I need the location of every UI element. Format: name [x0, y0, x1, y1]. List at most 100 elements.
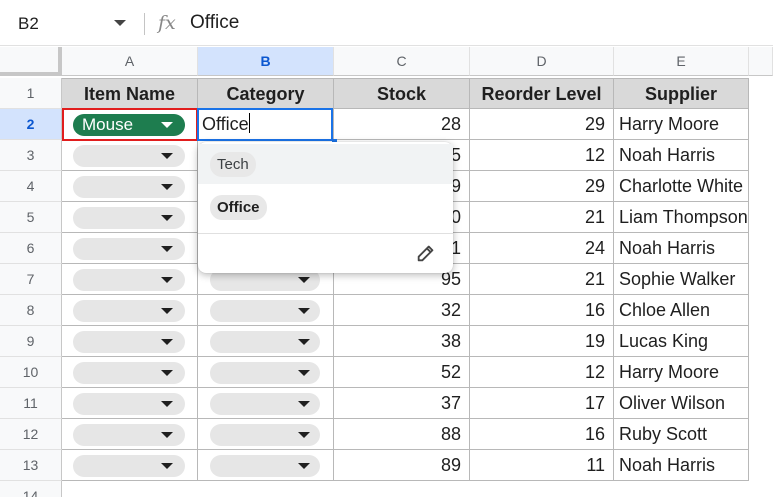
row-header-7[interactable]: 7 [0, 264, 62, 295]
cell-supplier[interactable]: Oliver Wilson [614, 388, 749, 419]
cell-item[interactable] [62, 326, 198, 357]
category-dropdown-chip[interactable] [210, 393, 320, 415]
category-dropdown-chip[interactable] [210, 331, 320, 353]
item-dropdown-chip[interactable] [73, 269, 185, 291]
column-header-d[interactable]: D [470, 47, 614, 76]
cell-item[interactable] [62, 388, 198, 419]
item-dropdown-chip[interactable] [73, 300, 185, 322]
item-dropdown-chip[interactable] [73, 393, 185, 415]
chevron-down-icon [161, 277, 173, 283]
cell-supplier[interactable]: Liam Thompson [614, 202, 749, 233]
cell-supplier[interactable]: Harry Moore [614, 357, 749, 388]
cell-stock[interactable]: 32 [334, 295, 470, 326]
cell-supplier[interactable]: Noah Harris [614, 233, 749, 264]
row-header-6[interactable]: 6 [0, 233, 62, 264]
row-header-14[interactable]: 14 [0, 481, 62, 497]
item-dropdown-chip[interactable] [73, 455, 185, 477]
cell-stock[interactable]: 89 [334, 450, 470, 481]
item-dropdown-chip[interactable] [73, 362, 185, 384]
cell-supplier[interactable]: Charlotte White [614, 171, 749, 202]
cell-reorder[interactable]: 29 [470, 171, 614, 202]
cell-reorder[interactable]: 24 [470, 233, 614, 264]
column-header-b[interactable]: B [198, 47, 334, 76]
cell-reorder[interactable]: 19 [470, 326, 614, 357]
row-header-3[interactable]: 3 [0, 140, 62, 171]
cell-reorder[interactable]: 17 [470, 388, 614, 419]
header-cell[interactable]: Category [198, 78, 334, 109]
column-header-e[interactable]: E [614, 47, 749, 76]
name-box-dropdown-icon[interactable] [114, 20, 126, 26]
row-header-5[interactable]: 5 [0, 202, 62, 233]
dropdown-option-office[interactable]: Office [198, 187, 453, 227]
row-header-1[interactable]: 1 [0, 78, 62, 109]
cell-supplier[interactable]: Noah Harris [614, 450, 749, 481]
cell-supplier[interactable]: Ruby Scott [614, 419, 749, 450]
row-header-8[interactable]: 8 [0, 295, 62, 326]
cell-supplier[interactable]: Lucas King [614, 326, 749, 357]
row-header-12[interactable]: 12 [0, 419, 62, 450]
cell-item[interactable] [62, 295, 198, 326]
cell-item[interactable] [62, 450, 198, 481]
cell-item[interactable] [62, 357, 198, 388]
item-dropdown-chip[interactable] [73, 238, 185, 260]
column-header-c[interactable]: C [334, 47, 470, 76]
row-header-10[interactable]: 10 [0, 357, 62, 388]
row-header-13[interactable]: 13 [0, 450, 62, 481]
category-dropdown-chip[interactable] [210, 424, 320, 446]
row-header-11[interactable]: 11 [0, 388, 62, 419]
name-box[interactable]: B2 [18, 14, 39, 34]
cell-category[interactable] [198, 326, 334, 357]
item-dropdown-chip[interactable] [73, 176, 185, 198]
category-dropdown-chip[interactable] [210, 455, 320, 477]
column-header-a[interactable]: A [62, 47, 198, 76]
cell-category[interactable] [198, 357, 334, 388]
pencil-icon[interactable] [415, 242, 437, 264]
cell-reorder[interactable]: 29 [470, 109, 614, 140]
cell-reorder[interactable]: 16 [470, 295, 614, 326]
cell-reorder[interactable]: 21 [470, 264, 614, 295]
cell-category[interactable] [198, 388, 334, 419]
chevron-down-icon [161, 215, 173, 221]
row-header-2[interactable]: 2 [0, 109, 62, 140]
header-cell[interactable]: Stock [334, 78, 470, 109]
cell-category[interactable] [198, 419, 334, 450]
item-dropdown-chip[interactable] [73, 424, 185, 446]
cell-supplier[interactable]: Sophie Walker [614, 264, 749, 295]
dropdown-option-tech[interactable]: Tech [198, 144, 453, 184]
cell-stock[interactable]: 88 [334, 419, 470, 450]
header-cell[interactable]: Item Name [62, 78, 198, 109]
cell-stock[interactable]: 37 [334, 388, 470, 419]
cell-item[interactable] [62, 140, 198, 171]
cell-reorder[interactable]: 21 [470, 202, 614, 233]
header-cell[interactable]: Supplier [614, 78, 749, 109]
item-dropdown-chip[interactable] [73, 331, 185, 353]
cell-supplier[interactable]: Noah Harris [614, 140, 749, 171]
cell-reorder[interactable]: 16 [470, 419, 614, 450]
cell-category[interactable] [198, 450, 334, 481]
cell-item[interactable] [62, 202, 198, 233]
cell-reorder[interactable]: 12 [470, 140, 614, 171]
cell-stock[interactable]: 38 [334, 326, 470, 357]
cell-stock[interactable]: 28 [334, 109, 470, 140]
cell-supplier[interactable]: Chloe Allen [614, 295, 749, 326]
cell-item[interactable] [62, 419, 198, 450]
row-header-4[interactable]: 4 [0, 171, 62, 202]
active-cell-editor[interactable]: Office [197, 108, 333, 141]
cell-item[interactable] [62, 233, 198, 264]
cell-reorder[interactable]: 11 [470, 450, 614, 481]
cell-stock[interactable]: 52 [334, 357, 470, 388]
cell-category[interactable] [198, 295, 334, 326]
cell-reorder[interactable]: 12 [470, 357, 614, 388]
cell-supplier[interactable]: Harry Moore [614, 109, 749, 140]
cell-item[interactable] [62, 171, 198, 202]
option-chip: Office [210, 195, 267, 220]
item-dropdown-chip[interactable] [73, 207, 185, 229]
category-dropdown-chip[interactable] [210, 300, 320, 322]
category-dropdown-chip[interactable] [210, 362, 320, 384]
header-cell[interactable]: Reorder Level [470, 78, 614, 109]
formula-input[interactable]: Office [190, 12, 239, 34]
row-header-9[interactable]: 9 [0, 326, 62, 357]
cell-item[interactable] [62, 264, 198, 295]
select-all-corner[interactable] [0, 47, 62, 76]
item-dropdown-chip[interactable] [73, 145, 185, 167]
